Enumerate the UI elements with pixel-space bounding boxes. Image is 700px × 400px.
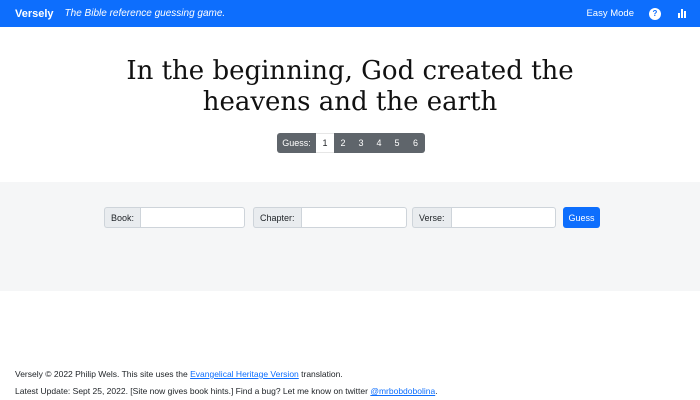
book-label: Book: <box>104 207 141 228</box>
verse-input-group: Verse: <box>412 207 556 228</box>
verse-line-2: heavens and the earth <box>202 87 498 117</box>
footer: Versely © 2022 Philip Wels. This site us… <box>15 366 438 400</box>
translation-link[interactable]: Evangelical Heritage Version <box>190 369 299 379</box>
guess-number-5[interactable]: 5 <box>388 133 406 153</box>
guess-number-3[interactable]: 3 <box>352 133 370 153</box>
guess-button[interactable]: Guess <box>563 207 600 228</box>
chapter-input[interactable] <box>300 207 407 228</box>
guess-number-6[interactable]: 6 <box>406 133 425 153</box>
verse-line-1: In the beginning, God created the <box>126 56 574 86</box>
book-input[interactable] <box>140 207 246 228</box>
easy-mode-link[interactable]: Easy Mode <box>586 8 634 19</box>
verse-input[interactable] <box>450 207 556 228</box>
guess-number-1[interactable]: 1 <box>316 133 334 153</box>
verse-label: Verse: <box>412 207 451 228</box>
book-input-group: Book: <box>104 207 246 228</box>
footer-line-1: Versely © 2022 Philip Wels. This site us… <box>15 366 438 383</box>
question-circle-icon[interactable]: ? <box>649 7 661 20</box>
footer-period: . <box>435 386 438 396</box>
guess-form: Book: Chapter: Verse: Guess <box>0 182 700 291</box>
footer-translation-suffix: translation. <box>298 369 343 379</box>
guess-number-2[interactable]: 2 <box>334 133 352 153</box>
bar-chart-icon[interactable] <box>676 8 688 20</box>
guess-label: Guess: <box>277 133 316 153</box>
chapter-input-group: Chapter: <box>253 207 407 228</box>
twitter-link[interactable]: @mrbobdobolina <box>370 386 435 396</box>
guess-counter: Guess: 1 2 3 4 5 6 <box>277 133 425 153</box>
navbar: Versely The Bible reference guessing gam… <box>0 0 700 27</box>
guess-number-4[interactable]: 4 <box>370 133 388 153</box>
tagline: The Bible reference guessing game. <box>64 8 226 19</box>
footer-update-note: Latest Update: Sept 25, 2022. [Site now … <box>15 386 371 396</box>
footer-copyright: Versely © 2022 Philip Wels. This site us… <box>15 369 191 379</box>
footer-line-2: Latest Update: Sept 25, 2022. [Site now … <box>15 383 438 400</box>
brand-logo[interactable]: Versely <box>15 8 54 20</box>
chapter-label: Chapter: <box>253 207 301 228</box>
nav-right: Easy Mode ? <box>586 7 688 20</box>
verse-text: In the beginning, God created the heaven… <box>0 56 700 118</box>
